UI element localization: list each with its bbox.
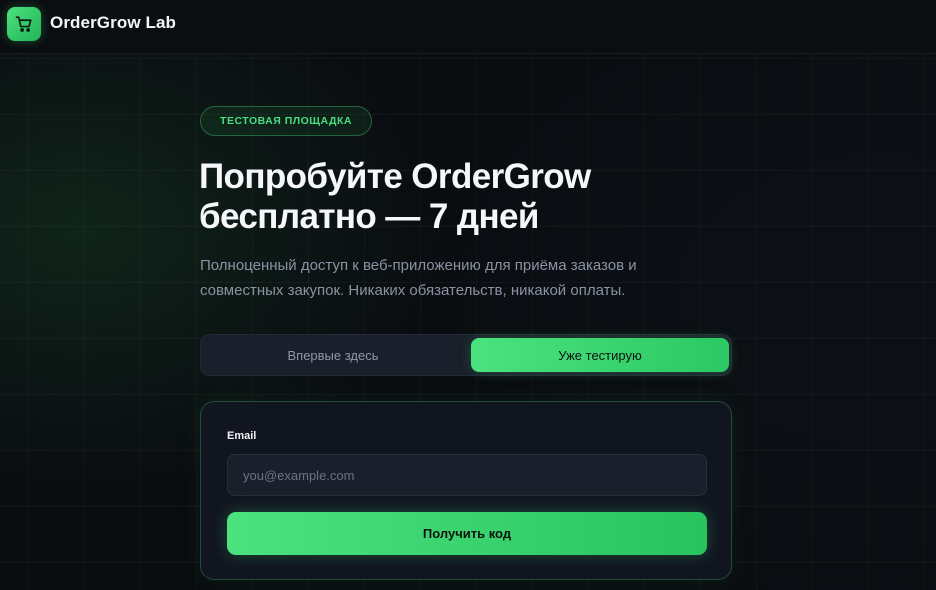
mode-switch: Впервые здесь Уже тестирую bbox=[200, 334, 732, 376]
page-title-line-1: Попробуйте OrderGrow bbox=[199, 157, 591, 196]
page-title: Попробуйте OrderGrow бесплатно — 7 дней bbox=[199, 157, 759, 237]
shopping-cart-icon bbox=[15, 16, 32, 32]
subtitle-line-1: Полноценный доступ к веб-приложению для … bbox=[200, 257, 637, 274]
get-code-button[interactable]: Получить код bbox=[227, 512, 707, 555]
brand-name[interactable]: OrderGrow Lab bbox=[50, 13, 176, 33]
tab-already-testing[interactable]: Уже тестирую bbox=[471, 338, 729, 372]
email-input[interactable] bbox=[227, 454, 707, 496]
page: OrderGrow Lab ТЕСТОВАЯ ПЛОЩАДКА Попробуй… bbox=[0, 0, 936, 590]
app-logo[interactable] bbox=[7, 7, 41, 41]
page-title-line-2: бесплатно — 7 дней bbox=[199, 197, 539, 236]
tab-new-user[interactable]: Впервые здесь bbox=[204, 338, 462, 372]
login-form: Email Получить код bbox=[200, 401, 732, 580]
subtitle-line-2: совместных закупок. Никаких обязательств… bbox=[200, 282, 626, 299]
top-bar: OrderGrow Lab bbox=[0, 0, 936, 54]
test-environment-badge: ТЕСТОВАЯ ПЛОЩАДКА bbox=[200, 106, 372, 136]
page-subtitle: Полноценный доступ к веб-приложению для … bbox=[200, 253, 720, 303]
email-label: Email bbox=[227, 430, 257, 442]
